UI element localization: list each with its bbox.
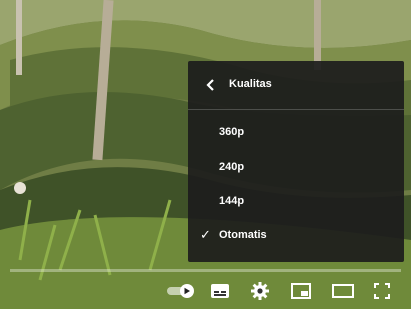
control-bar [0, 272, 411, 309]
video-player[interactable]: Kualitas 360p 240p 144p ✓ Otomatis [0, 0, 411, 309]
quality-option-label: 360p [219, 126, 245, 138]
autoplay-toggle-icon[interactable] [166, 280, 196, 302]
quality-menu: Kualitas 360p 240p 144p ✓ Otomatis [188, 61, 404, 262]
quality-option-360p[interactable]: 360p [188, 117, 404, 149]
quality-option-otomatis[interactable]: ✓ Otomatis [188, 220, 404, 252]
quality-option-label: 240p [219, 161, 245, 173]
quality-menu-title: Kualitas [229, 78, 272, 90]
quality-option-144p[interactable]: 144p [188, 186, 404, 218]
fullscreen-icon[interactable] [371, 280, 393, 302]
quality-option-label: 144p [219, 195, 245, 207]
quality-option-240p[interactable]: 240p [188, 152, 404, 184]
quality-menu-header[interactable]: Kualitas [188, 61, 404, 110]
checkmark-icon: ✓ [200, 227, 211, 242]
subtitles-icon[interactable] [209, 280, 231, 302]
chevron-left-icon[interactable] [205, 78, 215, 92]
miniplayer-icon[interactable] [290, 280, 312, 302]
gear-icon[interactable] [249, 280, 271, 302]
quality-option-label: Otomatis [219, 229, 267, 241]
theater-mode-icon[interactable] [332, 280, 354, 302]
